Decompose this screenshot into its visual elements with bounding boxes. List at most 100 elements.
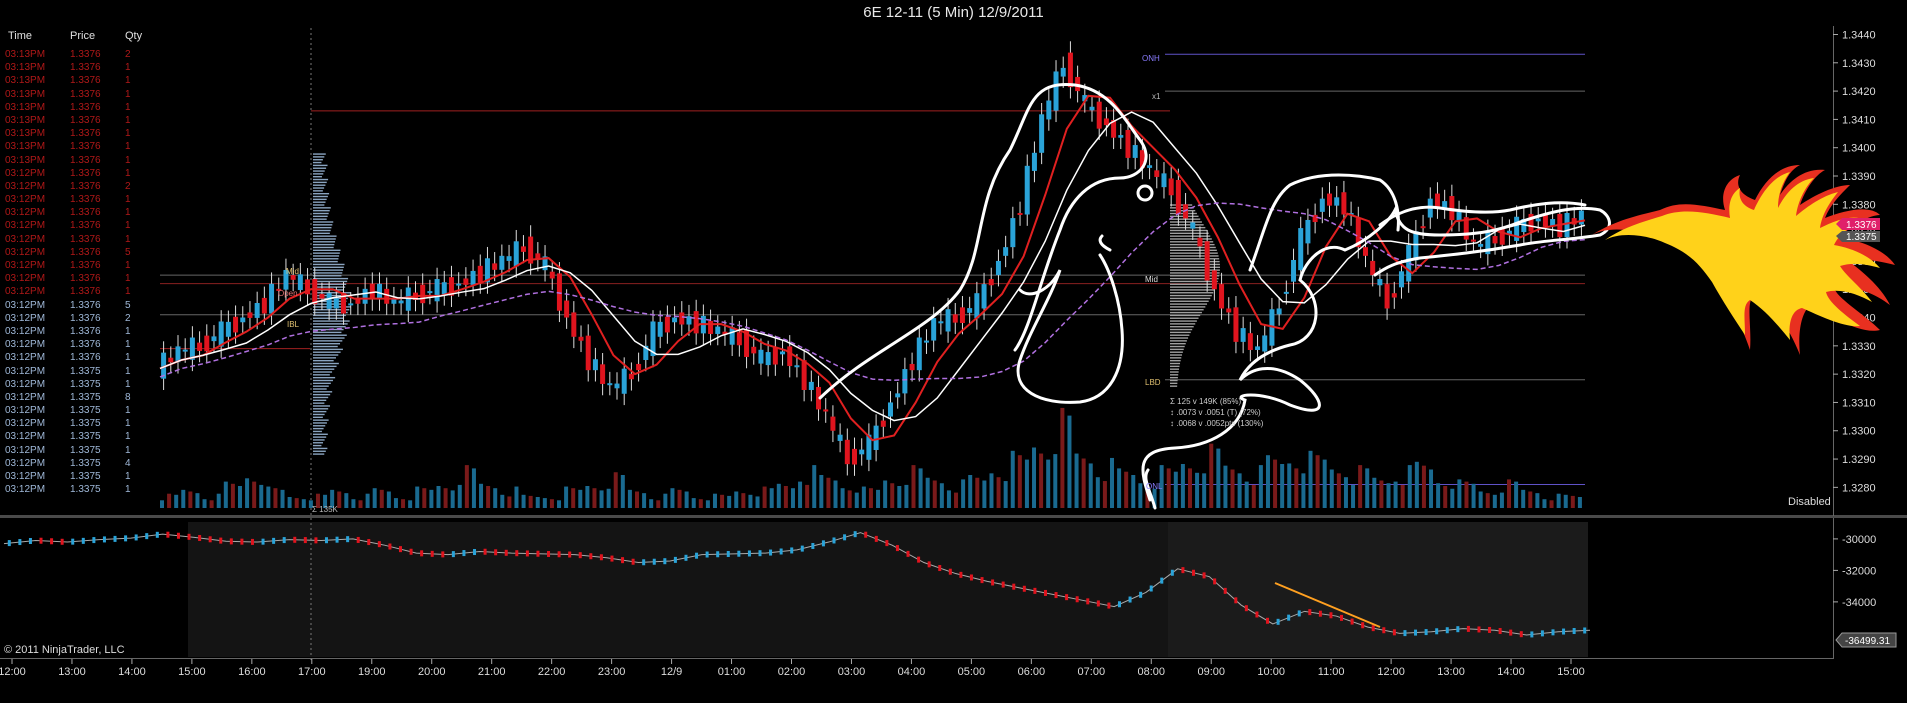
volume-bar [599,490,604,508]
profile-bar [1170,238,1212,240]
profile-bar [1170,331,1191,334]
profile-bar [313,354,339,356]
profile-bar [313,226,332,229]
volume-bar [769,488,774,508]
profile-bar [1170,204,1193,206]
profile-bar [1170,280,1218,283]
time-tick-label: 22:00 [538,666,566,678]
time-tick-label: 17:00 [298,666,326,678]
profile-bar [313,235,337,237]
indicator-bar [208,536,212,543]
tape-row: 03:12PM 1.3375 1 [5,444,165,457]
profile-bar [313,215,328,218]
indicator-bar [1223,587,1227,594]
indicator-bar [303,537,307,544]
tape-row: 03:12PM 1.3376 1 [5,233,165,246]
volume-bar [514,486,519,508]
chart-canvas[interactable]: 1.3440 1.3430 1.3420 1.3410 1.3400 1.3390 1.33… [0,0,1907,703]
volume-bar [1563,494,1568,508]
volume-bar [188,491,193,508]
volume-bar [1492,494,1497,508]
indicator-bar [769,549,773,556]
volume-bar [557,500,562,508]
volume-bar [1549,500,1554,508]
tape-qty: 1 [125,444,131,456]
profile-bar [313,184,326,186]
tape-qty: 1 [125,260,131,271]
profile-bar [1170,255,1219,257]
profile-bar [1170,266,1220,268]
tape-row: 03:13PM 1.3376 1 [5,61,165,74]
tape-time: 03:12PM [5,431,46,443]
candle-body [1060,67,1066,77]
price-tick-label: 1.3400 [1842,143,1876,155]
volume-bar [294,498,299,508]
tape-qty: 2 [125,312,131,324]
tape-row: 03:12PM 1.3376 1 [5,351,165,364]
profile-bar [313,209,330,212]
profile-bar [313,161,322,164]
time-tick-label: 03:00 [838,666,866,678]
time-tick-label: 15:00 [1557,666,1585,678]
indicator-bar [948,568,952,575]
price-tick-label: 1.3330 [1842,341,1876,353]
volume-bar [1166,468,1171,508]
profile-bar [313,218,327,220]
indicator-bar [1403,630,1407,637]
candle-body [765,352,771,366]
profile-bar [1170,252,1218,254]
candle-body [981,284,987,309]
indicator-bar [1445,627,1449,634]
profile-bar [313,453,325,455]
volume-bar [1088,463,1093,508]
profile-bar [313,351,341,353]
indicator-bar [906,550,910,557]
volume-bar [429,489,434,508]
candle-body [564,300,570,318]
indicator-bar [1054,592,1058,599]
indicator-bar [399,546,402,553]
profile-bar [1170,354,1183,356]
volume-bar [989,473,994,508]
profile-bar [313,368,335,370]
candle-body [1154,170,1160,177]
tape-row: 03:12PM 1.3376 1 [5,206,165,219]
indicator-bar [843,534,847,541]
profile-bar [1170,326,1194,328]
profile-bar [313,436,327,438]
profile-bar [313,170,325,172]
volume-bar [946,490,951,508]
indicator-bar [50,538,54,545]
tape-time: 03:12PM [5,194,46,206]
indicator-bar [631,558,635,565]
volume-bar [386,491,391,508]
candle-body [1578,210,1584,225]
time-and-sales-tape[interactable]: 03:13PM 1.3376 2 03:13PM 1.3376 1 03:13PM 1.337… [5,48,165,496]
time-tick-label: 13:00 [58,666,86,678]
indicator-bar [1382,627,1386,634]
tape-price: 1.3376 [70,207,101,219]
volume-bar [833,480,838,508]
indicator-bar [980,577,984,584]
indicator-bar [1498,628,1502,635]
profile-bar [313,173,324,175]
candle-body [1434,193,1440,208]
time-tick-label: 10:00 [1257,666,1285,678]
volume-bar [1046,459,1051,508]
tape-row: 03:13PM 1.3376 1 [5,140,165,153]
indicator-bar [134,534,138,541]
profile-bar [313,382,331,385]
time-axis-border [0,658,1834,659]
volume-bar [1542,499,1547,508]
volume-bar [1556,493,1561,508]
profile-bar [313,444,322,447]
profile-bar [313,348,343,351]
profile-bar [313,229,331,232]
indicator-value: -36499.31 [1845,636,1890,647]
indicator-bar [1308,609,1312,616]
tape-price: 1.3376 [70,325,101,337]
indicator-bar [240,538,244,545]
candle-body [1197,237,1203,247]
indicator-bar [198,534,202,541]
tape-row: 03:12PM 1.3376 2 [5,180,165,193]
